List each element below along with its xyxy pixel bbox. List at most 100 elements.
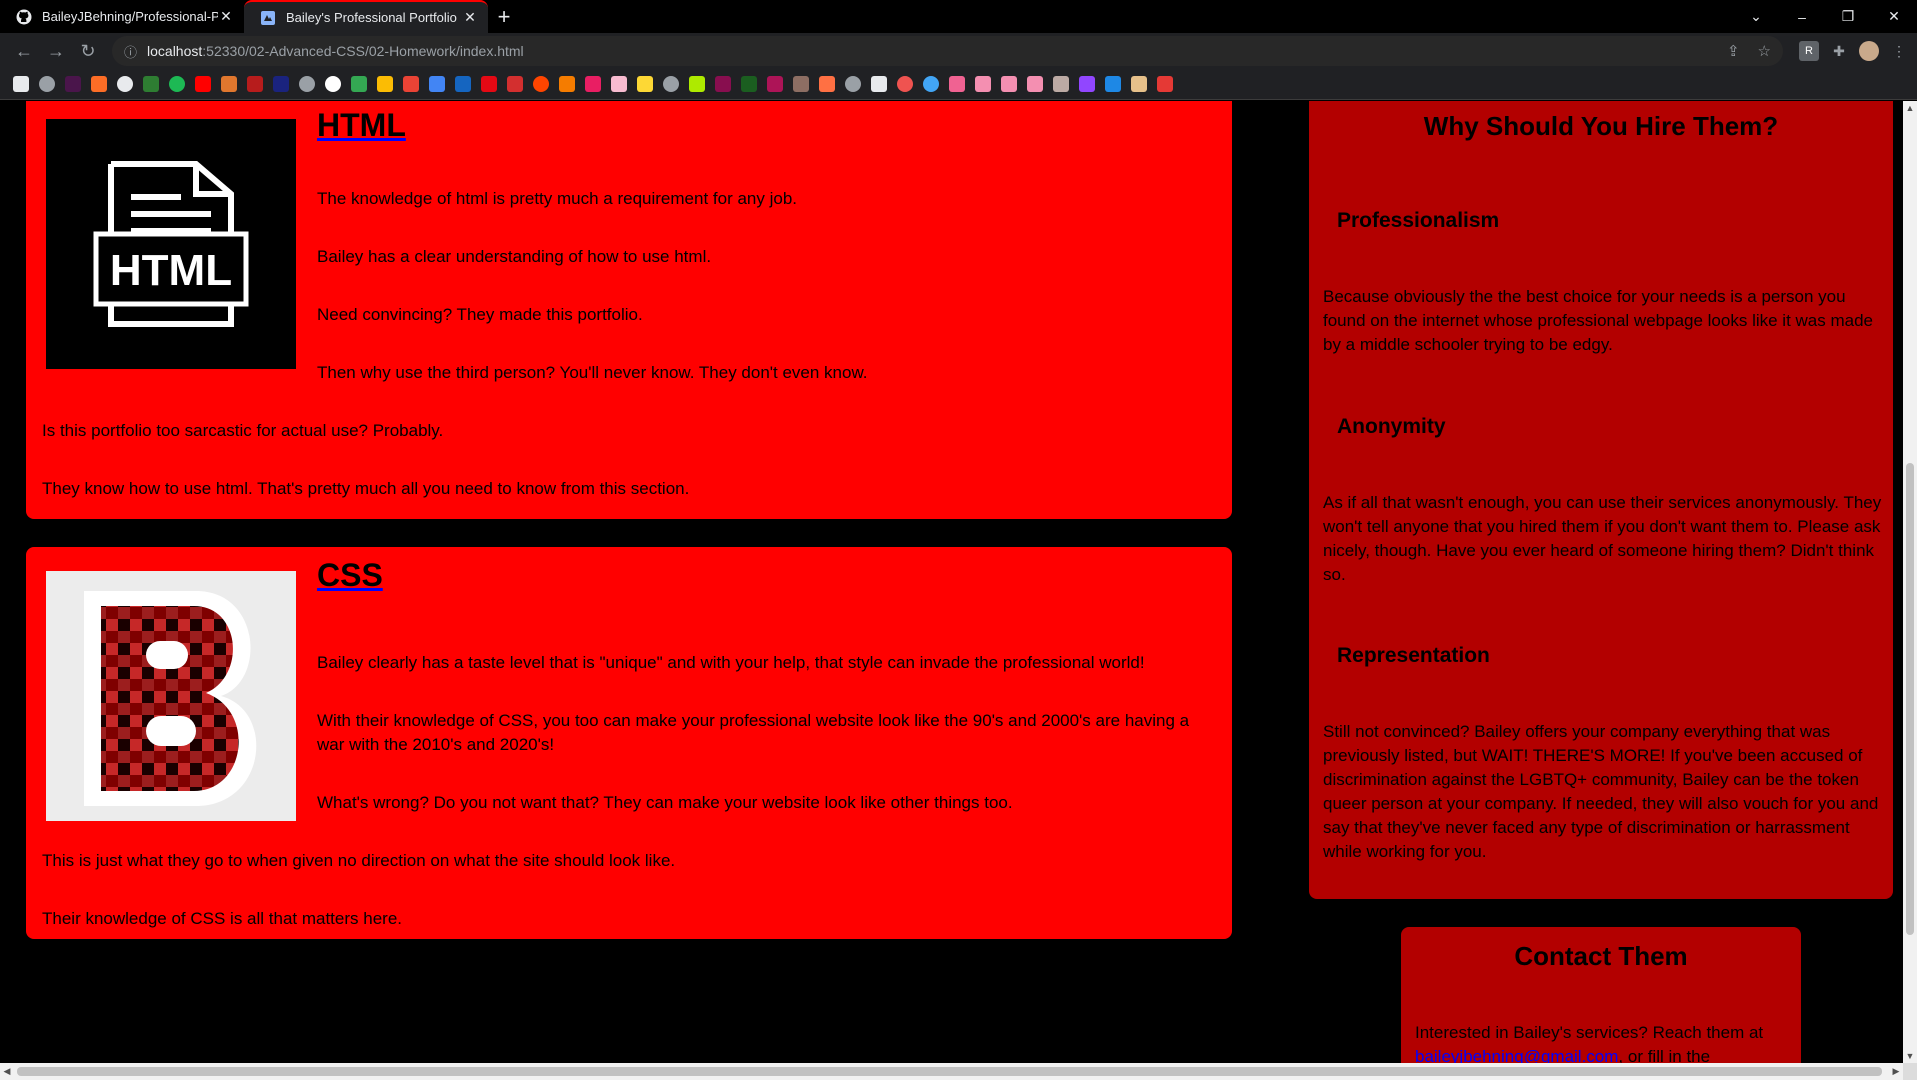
address-bar[interactable]: ⓘ localhost:52330/02-Advanced-CSS/02-Hom…	[112, 36, 1783, 66]
scroll-right-icon[interactable]: ▶	[1889, 1063, 1903, 1080]
tab-title: BaileyJBehning/Professional-Port	[42, 9, 218, 24]
bookmark-icon[interactable]	[637, 76, 653, 92]
bookmark-icon[interactable]	[767, 76, 783, 92]
bookmark-icon[interactable]	[377, 76, 393, 92]
bookmark-icon[interactable]	[663, 76, 679, 92]
bookmark-icon[interactable]	[585, 76, 601, 92]
css-heading: CSS	[317, 557, 383, 593]
css-paragraph: This is just what they go to when given …	[42, 851, 676, 870]
browser-chrome: BaileyJBehning/Professional-Port ✕ Baile…	[0, 0, 1917, 100]
scrollbar-corner	[1903, 1063, 1917, 1080]
vertical-scrollbar[interactable]: ▲ ▼	[1903, 101, 1917, 1063]
bookmark-icon[interactable]	[533, 76, 549, 92]
new-tab-button[interactable]: +	[488, 0, 520, 33]
bookmark-icon[interactable]	[13, 76, 29, 92]
scroll-left-icon[interactable]: ◀	[0, 1063, 14, 1080]
bookmark-icon[interactable]	[117, 76, 133, 92]
bookmark-icon[interactable]	[455, 76, 471, 92]
aside-title: Why Should You Hire Them?	[1423, 111, 1779, 141]
bookmark-icon[interactable]	[1027, 76, 1043, 92]
close-icon[interactable]: ✕	[218, 8, 234, 25]
tab-strip: BaileyJBehning/Professional-Port ✕ Baile…	[0, 0, 1917, 33]
email-link[interactable]: baileyjbehning@gmail.com	[1415, 1047, 1618, 1063]
forward-icon[interactable]: →	[40, 37, 72, 65]
bookmark-icon[interactable]	[845, 76, 861, 92]
scroll-down-icon[interactable]: ▼	[1903, 1049, 1917, 1063]
menu-icon[interactable]: ⋮	[1889, 41, 1909, 61]
tab-github[interactable]: BaileyJBehning/Professional-Port ✕	[0, 0, 244, 33]
bookmark-icon[interactable]	[819, 76, 835, 92]
avatar[interactable]	[1859, 41, 1879, 61]
bookmark-icon[interactable]	[715, 76, 731, 92]
bookmark-icon[interactable]	[143, 76, 159, 92]
contact-title: Contact Them	[1514, 941, 1688, 971]
bookmark-icon[interactable]	[273, 76, 289, 92]
aside-subheading: Representation	[1337, 644, 1490, 667]
bookmark-icon[interactable]	[689, 76, 705, 92]
html-paragraph: Is this portfolio too sarcastic for actu…	[42, 421, 444, 440]
scrollbar-thumb[interactable]	[17, 1067, 1882, 1076]
bookmark-icon[interactable]	[429, 76, 445, 92]
html-paragraph: Then why use the third person? You'll ne…	[317, 363, 868, 382]
contact-section: Contact Them Interested in Bailey's serv…	[1401, 927, 1801, 1063]
bookmark-icon[interactable]	[923, 76, 939, 92]
tab-search-icon[interactable]: ⌄	[1733, 0, 1779, 33]
html-paragraph: They know how to use html. That's pretty…	[42, 479, 690, 498]
bookmark-icon[interactable]	[1053, 76, 1069, 92]
aside-paragraph: As if all that wasn't enough, you can us…	[1323, 493, 1882, 584]
bookmark-icon[interactable]	[975, 76, 991, 92]
bookmark-icon[interactable]	[221, 76, 237, 92]
bookmark-icon[interactable]	[949, 76, 965, 92]
restore-button[interactable]: ❐	[1825, 0, 1871, 33]
scrollbar-thumb[interactable]	[1906, 463, 1914, 935]
tab-portfolio[interactable]: Bailey's Professional Portfolio ✕	[244, 0, 488, 33]
bookmark-icon[interactable]	[169, 76, 185, 92]
bookmark-icon[interactable]	[897, 76, 913, 92]
horizontal-scrollbar[interactable]: ◀ ▶	[0, 1063, 1903, 1080]
bookmark-icon[interactable]	[1105, 76, 1121, 92]
url-host: localhost	[147, 43, 203, 59]
css-paragraph: Their knowledge of CSS is all that matte…	[42, 909, 402, 928]
bookmark-icon[interactable]	[39, 76, 55, 92]
bookmark-icon[interactable]	[299, 76, 315, 92]
scroll-up-icon[interactable]: ▲	[1903, 101, 1917, 115]
html-file-icon: HTML	[93, 161, 249, 327]
bookmark-icon[interactable]	[1157, 76, 1173, 92]
bookmark-icon[interactable]	[351, 76, 367, 92]
bookmark-icon[interactable]	[481, 76, 497, 92]
bookmark-icon[interactable]	[1079, 76, 1095, 92]
aside-paragraph: Still not convinced? Bailey offers your …	[1323, 722, 1879, 861]
info-icon[interactable]: ⓘ	[124, 42, 137, 61]
extension-icon[interactable]: R	[1799, 41, 1819, 61]
bookmark-icon[interactable]	[195, 76, 211, 92]
bookmark-icon[interactable]	[91, 76, 107, 92]
minimize-button[interactable]: –	[1779, 0, 1825, 33]
bookmark-icon[interactable]	[507, 76, 523, 92]
reload-icon[interactable]: ↻	[72, 37, 104, 65]
css-paragraph: What's wrong? Do you not want that? They…	[317, 793, 1013, 812]
bookmark-icon[interactable]	[247, 76, 263, 92]
bookmark-icon[interactable]	[871, 76, 887, 92]
bookmark-icon[interactable]	[611, 76, 627, 92]
bookmark-icon[interactable]	[1131, 76, 1147, 92]
page-viewport: HTML HTML The knowledge of html is prett…	[0, 101, 1903, 1063]
bookmark-icon[interactable]	[65, 76, 81, 92]
aside-subheading: Professionalism	[1337, 209, 1500, 232]
share-icon[interactable]: ⇪	[1727, 42, 1740, 60]
bookmark-icon[interactable]	[559, 76, 575, 92]
html-icon-label: HTML	[110, 246, 232, 295]
hire-aside: Why Should You Hire Them? Professionalis…	[1309, 101, 1893, 899]
bookmark-icon[interactable]	[325, 76, 341, 92]
extensions-puzzle-icon[interactable]: ✚	[1829, 41, 1849, 61]
close-icon[interactable]: ✕	[462, 9, 478, 26]
bookmark-icon[interactable]	[793, 76, 809, 92]
bookmark-icon[interactable]	[1001, 76, 1017, 92]
bookmark-icon[interactable]	[741, 76, 757, 92]
bookmark-star-icon[interactable]: ☆	[1758, 42, 1771, 60]
close-window-button[interactable]: ✕	[1871, 0, 1917, 33]
contact-intro: Interested in Bailey's services? Reach t…	[1415, 1023, 1764, 1042]
site-icon	[260, 10, 276, 26]
aside-paragraph: Because obviously the the best choice fo…	[1323, 287, 1874, 354]
back-icon[interactable]: ←	[8, 37, 40, 65]
bookmark-icon[interactable]	[403, 76, 419, 92]
